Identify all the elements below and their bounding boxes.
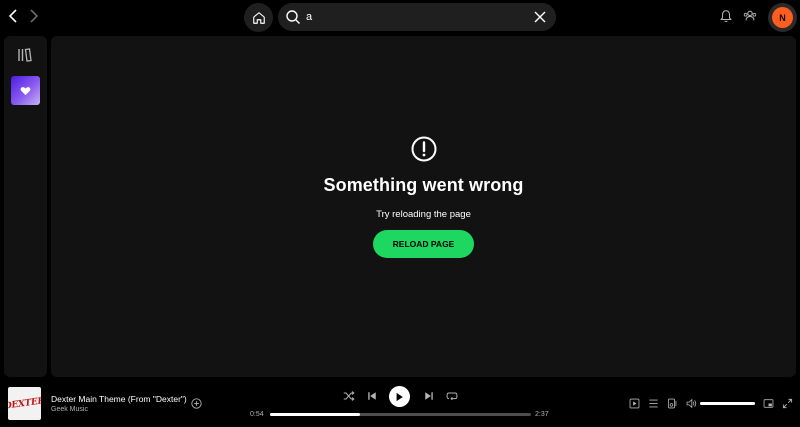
liked-songs-item[interactable] [11, 76, 40, 105]
chevron-left-icon[interactable] [5, 8, 21, 24]
top-bar: N [0, 0, 800, 34]
cover-logo-text: DEXTER [8, 395, 41, 412]
add-to-library-icon[interactable] [191, 398, 202, 409]
main-content: Something went wrong Try reloading the p… [51, 36, 796, 377]
home-icon [252, 11, 265, 24]
search-input[interactable] [306, 8, 526, 26]
chevron-right-icon[interactable] [26, 8, 42, 24]
album-cover[interactable]: DEXTER [8, 387, 41, 420]
play-button[interactable] [389, 386, 410, 407]
shuffle-icon[interactable] [343, 390, 355, 402]
avatar: N [772, 7, 793, 28]
error-subtitle: Try reloading the page [376, 209, 471, 220]
heart-icon [20, 86, 31, 95]
total-time: 2:37 [535, 411, 549, 418]
connect-device-icon[interactable] [667, 398, 678, 409]
now-playing-view-icon[interactable] [629, 398, 640, 409]
playback-progress-fill [270, 413, 360, 416]
friends-icon[interactable] [743, 9, 757, 23]
library-icon[interactable] [17, 47, 33, 63]
error-title: Something went wrong [323, 175, 524, 195]
track-title[interactable]: Dexter Main Theme (From "Dexter") [51, 394, 187, 404]
player-bar: DEXTER Dexter Main Theme (From "Dexter")… [0, 380, 800, 427]
repeat-icon[interactable] [446, 390, 458, 402]
profile-button[interactable]: N [768, 3, 797, 32]
queue-icon[interactable] [648, 398, 659, 409]
reload-page-button[interactable]: RELOAD PAGE [373, 230, 474, 258]
search-icon [286, 10, 300, 24]
sidebar [4, 36, 47, 377]
track-artist[interactable]: Geek Music [51, 406, 88, 413]
fullscreen-icon[interactable] [782, 398, 793, 409]
play-icon [396, 392, 403, 401]
search-bar[interactable] [278, 3, 556, 31]
bell-icon[interactable] [719, 9, 733, 23]
elapsed-time: 0:54 [250, 411, 264, 418]
volume-slider[interactable] [700, 402, 755, 405]
close-icon[interactable] [532, 9, 548, 25]
mini-player-icon[interactable] [763, 398, 774, 409]
alert-circle-icon [411, 136, 437, 162]
playback-progress-bar[interactable] [270, 413, 531, 416]
volume-icon[interactable] [686, 398, 697, 409]
home-button[interactable] [244, 3, 273, 32]
skip-back-icon[interactable] [366, 390, 378, 402]
skip-forward-icon[interactable] [423, 390, 435, 402]
volume-fill [700, 402, 755, 405]
